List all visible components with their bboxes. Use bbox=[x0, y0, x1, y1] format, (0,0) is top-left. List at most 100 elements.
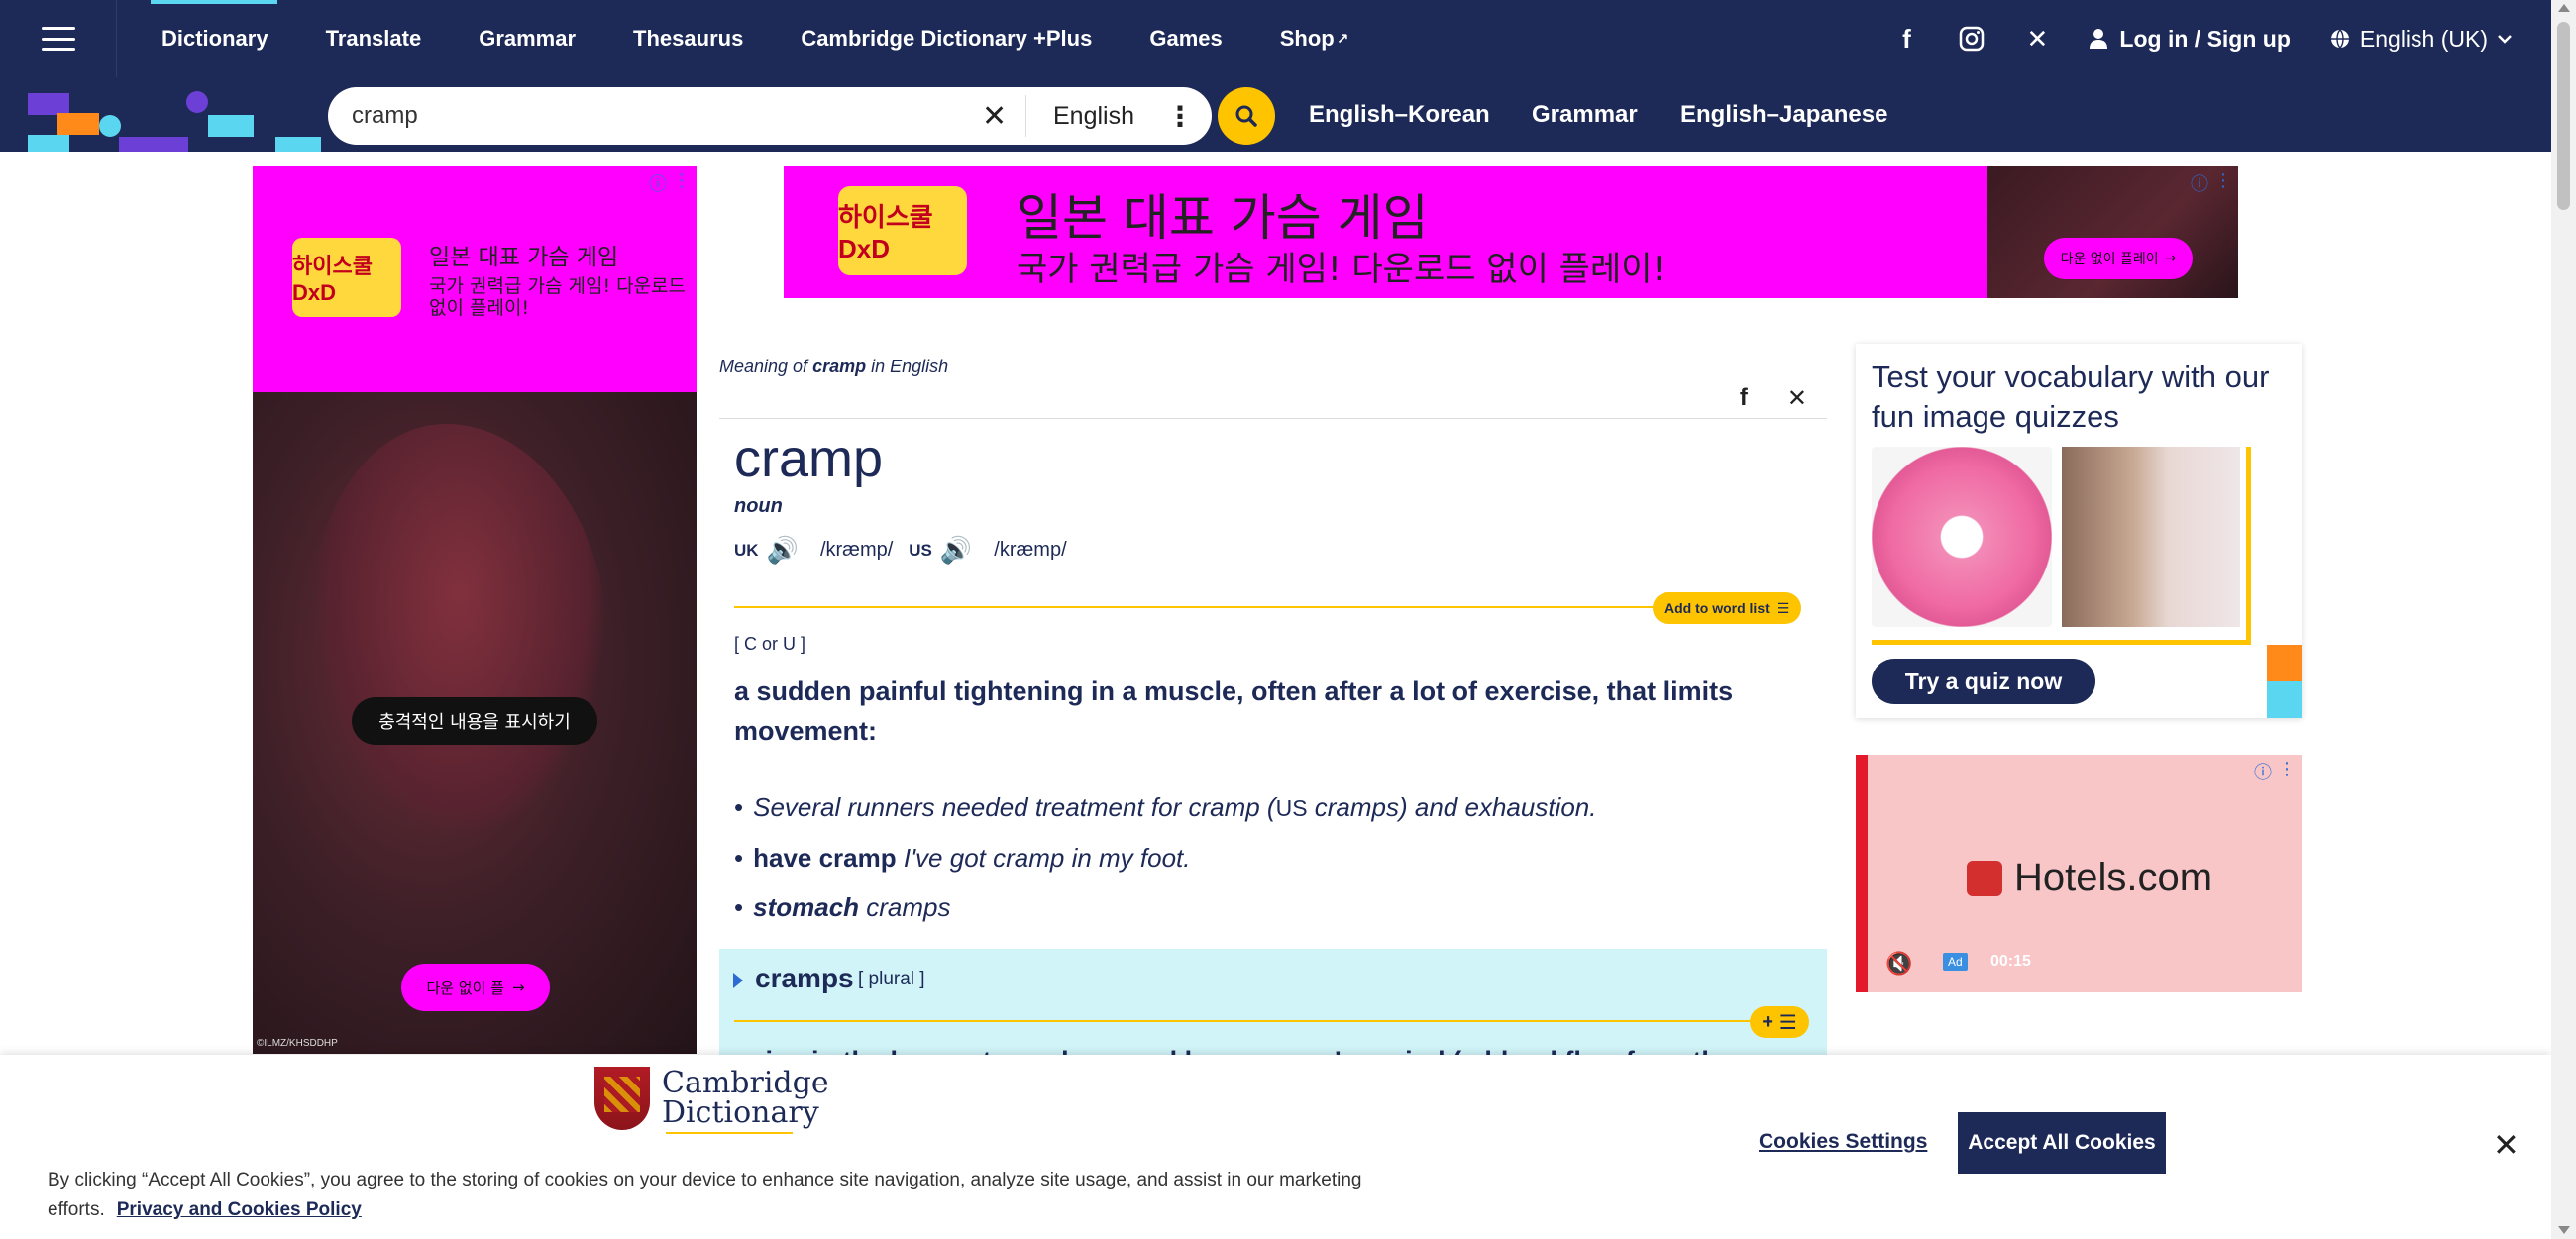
cambridge-crest-icon bbox=[594, 1067, 650, 1130]
accept-all-cookies-button[interactable]: Accept All Cookies bbox=[1958, 1112, 2166, 1174]
ad-info-controls[interactable]: ⓘ ⋮ bbox=[649, 170, 691, 196]
meaning-word: cramp bbox=[812, 357, 867, 376]
video-timer: 00:15 bbox=[1990, 953, 2031, 970]
scrollbar-thumb[interactable] bbox=[2557, 22, 2570, 210]
ad-subline: 국가 권력급 가슴 게임! 다운로드 없이 플레이! bbox=[429, 275, 687, 319]
divider bbox=[719, 418, 1827, 419]
scroll-up-arrow-icon[interactable] bbox=[2558, 4, 2570, 12]
top-navigation-bar: Dictionary Translate Grammar Thesaurus C… bbox=[0, 0, 2551, 77]
uk-audio-icon[interactable]: 🔊 bbox=[767, 535, 799, 566]
quick-link-english-japanese[interactable]: English–Japanese bbox=[1680, 77, 1887, 152]
ad-play-label: 다운 없이 플레이 bbox=[2060, 252, 2159, 267]
ad-copyright: ©ILMZ/KHSDDHP bbox=[257, 1038, 338, 1049]
ad-info-controls[interactable]: ⓘ ⋮ bbox=[2191, 170, 2232, 196]
nav-dictionary-plus[interactable]: Cambridge Dictionary +Plus bbox=[772, 0, 1121, 77]
dictionary-selector[interactable]: English bbox=[1053, 102, 1134, 131]
pronunciation: UK 🔊 /kræmp/ US 🔊 /kræmp/ bbox=[734, 535, 1075, 566]
plus-label: + bbox=[1762, 1010, 1773, 1033]
ad-options-icon[interactable]: ⋮ bbox=[2214, 170, 2232, 196]
entry-heading: Meaning of cramp in English bbox=[719, 357, 948, 377]
privacy-policy-link[interactable]: Privacy and Cookies Policy bbox=[117, 1199, 362, 1220]
part-of-speech: noun bbox=[734, 495, 783, 517]
nav-translate[interactable]: Translate bbox=[297, 0, 451, 77]
donut-image bbox=[1872, 447, 2052, 627]
ad-subline: 국가 권력급 가슴 게임! 다운로드 없이 플레이! bbox=[1017, 250, 1666, 289]
list-icon: ☰ bbox=[1776, 599, 1790, 616]
nav-thesaurus[interactable]: Thesaurus bbox=[604, 0, 772, 77]
search-input[interactable] bbox=[352, 102, 966, 130]
bullet: • bbox=[734, 843, 744, 873]
ad-info-icon[interactable]: ⓘ bbox=[2191, 170, 2208, 196]
ad-info-icon[interactable]: ⓘ bbox=[2254, 759, 2272, 784]
search-box: ✕ English ⋮ bbox=[328, 87, 1212, 145]
ad-headline: 일본 대표 가슴 게임 bbox=[429, 245, 619, 270]
nav-dictionary[interactable]: Dictionary bbox=[133, 0, 297, 77]
scroll-down-arrow-icon[interactable] bbox=[2558, 1226, 2570, 1234]
quick-link-english-korean[interactable]: English–Korean bbox=[1309, 77, 1490, 152]
search-row: ✕ English ⋮ English–Korean Grammar Engli… bbox=[0, 77, 2551, 152]
right-advertisement[interactable]: Hotels.com 🔇 Ad 00:15 ⓘ ⋮ bbox=[1856, 755, 2302, 992]
hotels-brand-name: Hotels.com bbox=[2014, 856, 2213, 899]
try-quiz-button[interactable]: Try a quiz now bbox=[1872, 659, 2095, 704]
ad-label: Ad bbox=[1943, 953, 1968, 971]
clear-search-icon[interactable]: ✕ bbox=[982, 99, 1007, 134]
us-audio-icon[interactable]: 🔊 bbox=[940, 535, 972, 566]
quiz-images[interactable] bbox=[1872, 447, 2251, 645]
search-icon bbox=[1235, 105, 1257, 127]
ad-game-logo: 하이스쿨 DxD bbox=[292, 238, 401, 317]
x-icon[interactable]: ✕ bbox=[2004, 0, 2070, 77]
facebook-icon[interactable]: f bbox=[1874, 0, 1939, 77]
ad-download-button[interactable]: 다운 없이 플 → bbox=[401, 964, 550, 1011]
add-sense-to-list-button[interactable]: + ☰ bbox=[1750, 1006, 1809, 1038]
globe-icon bbox=[2330, 29, 2349, 49]
user-icon bbox=[2090, 29, 2108, 49]
example-text: Several runners needed treatment for cra… bbox=[753, 792, 1597, 822]
nav-games[interactable]: Games bbox=[1121, 0, 1250, 77]
nav-grammar[interactable]: Grammar bbox=[450, 0, 604, 77]
ad-play-button[interactable]: 다운 없이 플레이 → bbox=[2044, 238, 2193, 279]
left-advertisement[interactable]: 하이스쿨 DxD 일본 대표 가슴 게임 국가 권력급 가슴 게임! 다운로드 … bbox=[253, 166, 697, 1054]
nav-shop-label: Shop bbox=[1279, 26, 1335, 51]
top-right-tools: f ✕ Log in / Sign up English (UK) bbox=[1874, 0, 2551, 77]
close-banner-icon[interactable]: ✕ bbox=[2493, 1126, 2520, 1164]
headword: cramp bbox=[734, 429, 884, 488]
ad-info-controls[interactable]: ⓘ ⋮ bbox=[2254, 759, 2296, 784]
ad-options-icon[interactable]: ⋮ bbox=[673, 170, 691, 196]
page-scrollbar[interactable] bbox=[2551, 0, 2576, 1239]
cookie-text: By clicking “Accept All Cookies”, you ag… bbox=[48, 1170, 1362, 1220]
example-text: have cramp I've got cramp in my foot. bbox=[753, 843, 1191, 873]
cookies-settings-button[interactable]: Cookies Settings bbox=[1759, 1130, 1927, 1154]
ad-reveal-button[interactable]: 충격적인 내용을 표시하기 bbox=[352, 697, 597, 745]
top-advertisement[interactable]: 하이스쿨 DxD 일본 대표 가슴 게임 국가 권력급 가슴 게임! 다운로드 … bbox=[784, 166, 2238, 298]
login-link[interactable]: Log in / Sign up bbox=[2090, 26, 2291, 52]
quick-link-grammar[interactable]: Grammar bbox=[1532, 77, 1638, 152]
cambridge-logo[interactable] bbox=[28, 83, 321, 152]
add-to-word-list-button[interactable]: Add to word list ☰ bbox=[1653, 592, 1802, 624]
hamburger-menu-icon[interactable] bbox=[0, 0, 117, 77]
list-icon: ☰ bbox=[1778, 1011, 1797, 1034]
quiz-title: Test your vocabulary with our fun image … bbox=[1872, 360, 2270, 434]
search-button[interactable] bbox=[1218, 87, 1275, 145]
language-selector[interactable]: English (UK) bbox=[2330, 26, 2512, 52]
mute-icon[interactable]: 🔇 bbox=[1885, 951, 1912, 977]
ad-options-icon[interactable]: ⋮ bbox=[2278, 759, 2296, 784]
bullet: • bbox=[734, 892, 744, 922]
uk-ipa: /kræmp/ bbox=[819, 539, 894, 561]
instagram-icon[interactable] bbox=[1939, 0, 2004, 77]
share-buttons: f ✕ bbox=[1740, 384, 1807, 413]
nav-shop[interactable]: Shop ↗ bbox=[1251, 0, 1378, 77]
sub-sense-tag: [ plural ] bbox=[858, 969, 925, 989]
share-facebook-icon[interactable]: f bbox=[1740, 384, 1748, 413]
dictionary-options-icon[interactable]: ⋮ bbox=[1166, 100, 1194, 133]
definition: a sudden painful tightening in a muscle,… bbox=[734, 676, 1734, 746]
expand-triangle-icon[interactable] bbox=[733, 973, 743, 988]
external-link-icon: ↗ bbox=[1336, 31, 1349, 48]
menu-bars bbox=[41, 27, 75, 51]
share-x-icon[interactable]: ✕ bbox=[1787, 384, 1807, 413]
chevron-down-icon bbox=[2498, 35, 2512, 44]
ad-stripe bbox=[1856, 755, 1868, 992]
example-text: stomach cramps bbox=[753, 892, 951, 922]
brand-name: Cambridge Dictionary bbox=[662, 1066, 829, 1130]
hotels-logo: Hotels.com bbox=[1967, 856, 2212, 900]
ad-info-icon[interactable]: ⓘ bbox=[649, 170, 667, 196]
